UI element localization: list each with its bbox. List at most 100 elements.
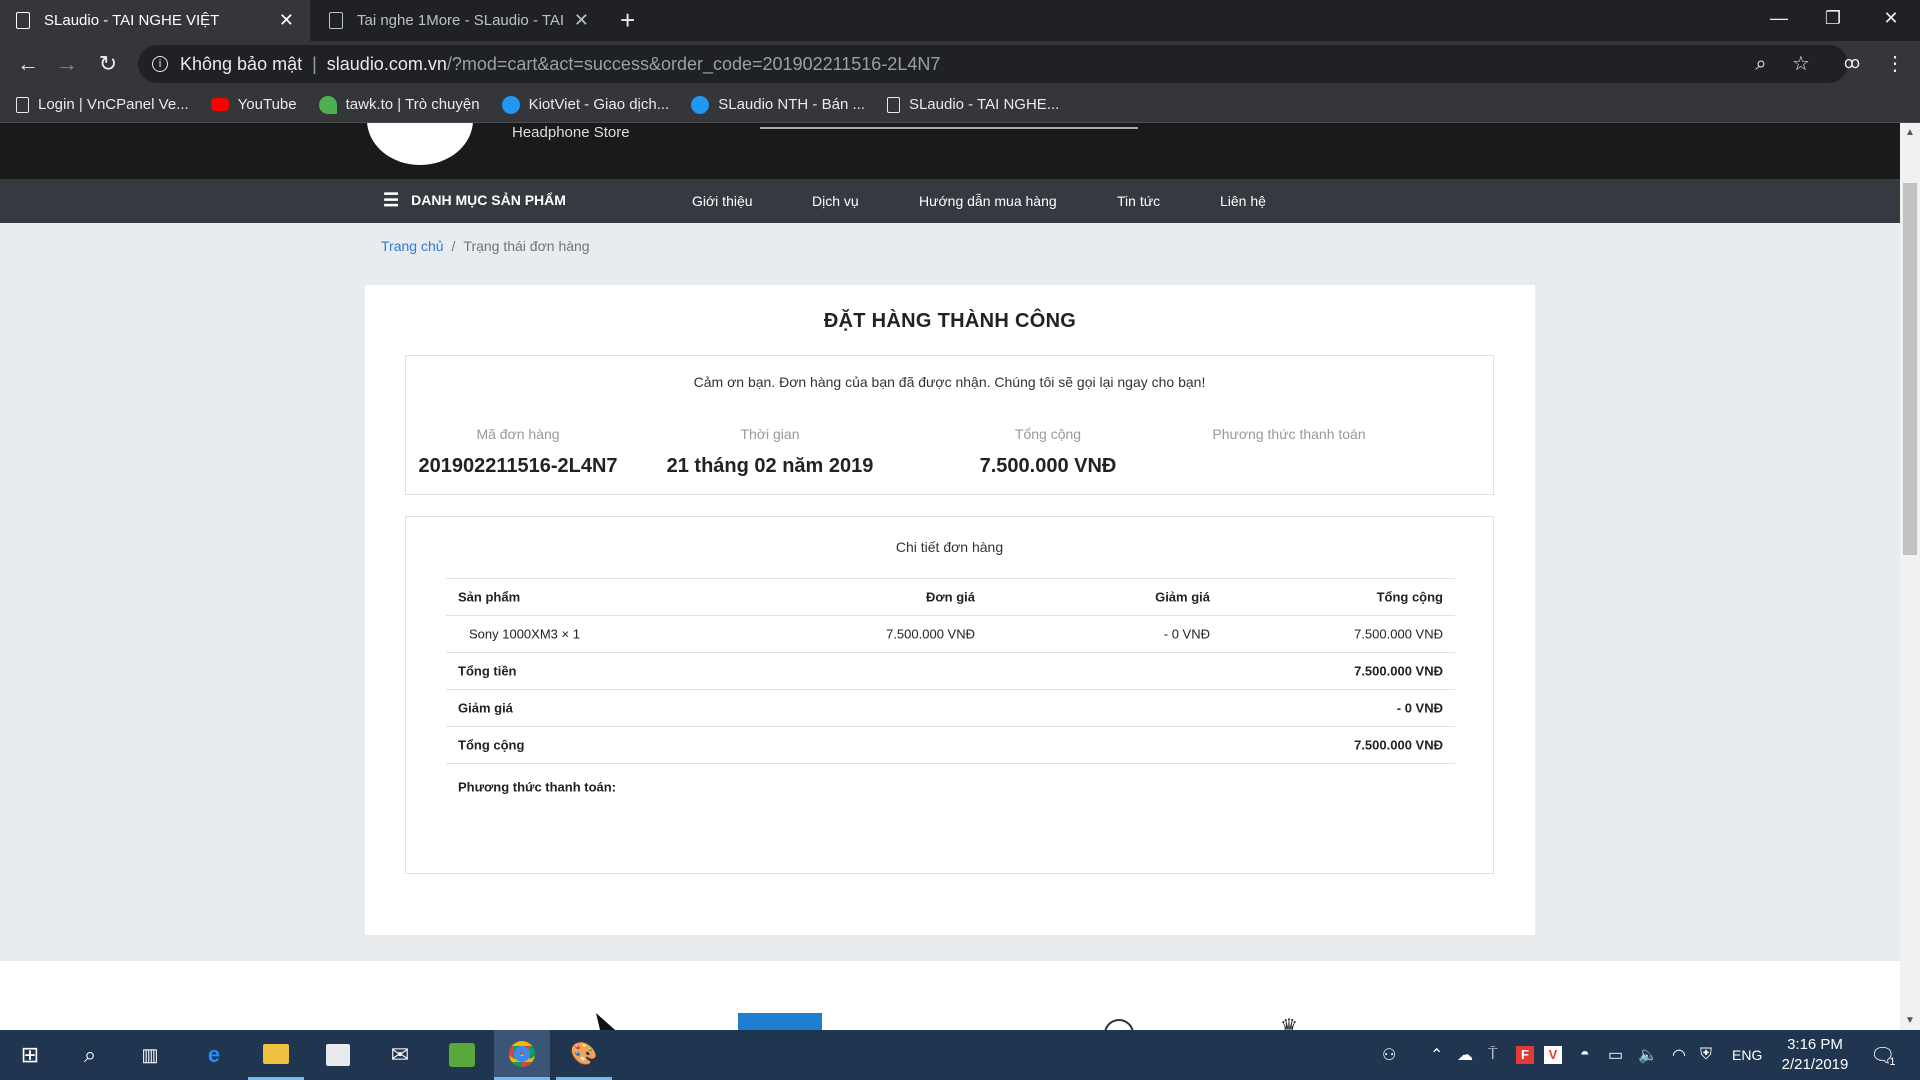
kiotviet-icon (691, 95, 710, 114)
youtube-icon (210, 98, 229, 111)
site-logo[interactable] (367, 123, 473, 165)
main-navbar: ☰ DANH MỤC SẢN PHẨM Giới thiệu Dịch vụ H… (0, 179, 1900, 223)
back-icon[interactable]: ← (13, 51, 43, 77)
minimize-icon[interactable]: — (1764, 8, 1794, 29)
summary-payment: Phương thức thanh toán (1149, 426, 1429, 455)
tab-label: SLaudio - TAI NGHE VIỆT (44, 12, 220, 29)
info-icon[interactable]: i (152, 56, 168, 72)
nav-link-tin-tuc[interactable]: Tin tức (1117, 193, 1160, 209)
reload-icon[interactable]: ↻ (93, 51, 123, 77)
page-title: ĐẶT HÀNG THÀNH CÔNG (823, 310, 1077, 332)
category-menu-button[interactable]: ☰ DANH MỤC SẢN PHẨM (383, 191, 566, 209)
foxit-icon[interactable]: F (1516, 1030, 1534, 1080)
bookmark-slaudio[interactable]: SLaudio - TAI NGHE... (886, 96, 1060, 113)
subtotal-row: Tổng tiền 7.500.000 VNĐ (446, 652, 1455, 689)
order-summary-box: Cảm ơn bạn. Đơn hàng của bạn đã được nhậ… (405, 355, 1494, 495)
tab-1more[interactable]: Tai nghe 1More - SLaudio - TAI N ✕ (313, 0, 605, 41)
browser-tabstrip: SLaudio - TAI NGHE VIỆT ✕ Tai nghe 1More… (0, 0, 1920, 41)
summary-value: 201902211516-2L4N7 (418, 455, 618, 477)
scroll-down-icon[interactable]: ▼ (1900, 1015, 1920, 1026)
subtotal-value: 7.500.000 VNĐ (1354, 663, 1443, 679)
windows-taskbar: ⊞ ⌕ ▥ e ✉ 🎨 ⚇ ⌃ ☁ ⍑ F V ◓ ▭ 🔈 ◠ ⛨ ENG 3:… (0, 1030, 1920, 1080)
paint-icon[interactable]: 🎨 (556, 1030, 612, 1080)
discount-value: - 0 VNĐ (1396, 700, 1443, 716)
bookmark-kiotviet[interactable]: KiotViet - Giao dịch... (501, 95, 669, 114)
nav-link-lien-he[interactable]: Liên hệ (1220, 193, 1266, 209)
gaming-icon[interactable]: ◓ (1580, 1030, 1590, 1080)
app-tray-icon[interactable]: ⍑ (1488, 1030, 1498, 1080)
page-viewport: Headphone Store ☰ DANH MỤC SẢN PHẨM Giới… (0, 123, 1900, 1030)
search-input[interactable] (760, 127, 1138, 129)
chrome-icon[interactable] (494, 1030, 550, 1080)
browser-toolbar: ← → ↻ i Không bảo mật | slaudio.com.vn /… (0, 41, 1920, 87)
edge-icon[interactable]: e (186, 1030, 242, 1080)
item-product: Sony 1000XM3 × 1 (469, 626, 580, 642)
clock[interactable]: 3:16 PM 2/21/2019 (1760, 1035, 1870, 1075)
scroll-thumb[interactable] (1903, 183, 1917, 555)
summary-value: 7.500.000 VNĐ (979, 455, 1117, 477)
tray-chevron-icon[interactable]: ⌃ (1430, 1030, 1443, 1080)
zoom-icon[interactable]: ⌕ (1746, 50, 1776, 78)
breadcrumb-separator: / (451, 238, 456, 254)
onedrive-icon[interactable]: ☁ (1457, 1030, 1473, 1080)
search-icon[interactable]: ⌕ (62, 1030, 118, 1080)
summary-time: Thời gian 21 tháng 02 năm 2019 (630, 426, 910, 478)
bookmark-label: Login | VnCPanel Ve... (38, 96, 189, 113)
bookmark-star-icon[interactable]: ☆ (1786, 50, 1816, 78)
extension-icon[interactable]: ꝏ (1837, 50, 1867, 78)
brand-logo[interactable] (738, 1013, 822, 1030)
bookmark-vncpanel[interactable]: Login | VnCPanel Ve... (16, 96, 189, 113)
close-icon[interactable]: ✕ (574, 10, 589, 31)
security-shield-icon[interactable]: ⛨ (1700, 1030, 1712, 1080)
order-card: ĐẶT HÀNG THÀNH CÔNG Cảm ơn bạn. Đơn hàng… (365, 285, 1535, 935)
brand-logos-strip: ♛ (0, 961, 1900, 1030)
new-tab-button[interactable]: + (620, 6, 635, 34)
bookmark-youtube[interactable]: YouTube (210, 96, 297, 113)
mail-icon[interactable]: ✉ (372, 1030, 428, 1080)
notification-count: 1 (1889, 1056, 1896, 1068)
thank-you-message: Cảm ơn bạn. Đơn hàng của bạn đã được nhậ… (693, 374, 1206, 390)
breadcrumb-home[interactable]: Trang chủ (381, 238, 444, 254)
window-close-icon[interactable]: ✕ (1876, 8, 1906, 29)
nav-link-dich-vu[interactable]: Dịch vụ (812, 193, 859, 209)
vivaldi-icon[interactable]: V (1544, 1030, 1562, 1080)
bookmark-tawk[interactable]: tawk.to | Trò chuyện (318, 95, 480, 114)
breadcrumb-current: Trạng thái đơn hàng (463, 238, 590, 254)
bookmark-label: tawk.to | Trò chuyện (345, 96, 480, 113)
close-icon[interactable]: ✕ (279, 10, 294, 31)
page-scrollbar[interactable]: ▲ ▼ (1900, 123, 1920, 1030)
menu-icon[interactable]: ⋮ (1880, 50, 1910, 78)
notification-icon[interactable]: 🗨 1 (1870, 1030, 1896, 1080)
people-icon[interactable]: ⚇ (1382, 1030, 1396, 1080)
task-view-icon[interactable]: ▥ (122, 1030, 178, 1080)
volume-icon[interactable]: 🔈 (1638, 1030, 1658, 1080)
order-detail-table: Sản phẩm Đơn giá Giảm giá Tổng cộng Sony… (446, 578, 1455, 809)
grand-total-row: Tổng cộng 7.500.000 VNĐ (446, 726, 1455, 763)
brand-logo[interactable]: ♛ (1280, 1015, 1300, 1030)
store-icon[interactable] (310, 1030, 366, 1080)
app-green-icon[interactable] (434, 1030, 490, 1080)
column-header-total: Tổng cộng (1376, 589, 1443, 605)
file-explorer-icon[interactable] (248, 1030, 304, 1080)
wifi-icon[interactable]: ◠ (1672, 1030, 1686, 1080)
address-bar[interactable]: i Không bảo mật | slaudio.com.vn /?mod=c… (138, 45, 1848, 83)
tab-label: Tai nghe 1More - SLaudio - TAI N (357, 12, 566, 29)
battery-icon[interactable]: ▭ (1608, 1030, 1623, 1080)
brand-logo[interactable] (1104, 1019, 1134, 1030)
scroll-up-icon[interactable]: ▲ (1900, 127, 1920, 138)
bookmark-label: SLaudio - TAI NGHE... (908, 96, 1060, 113)
bookmark-slaudio-nth[interactable]: SLaudio NTH - Bán ... (691, 95, 865, 114)
restore-icon[interactable]: ❐ (1818, 8, 1848, 29)
language-indicator[interactable]: ENG (1732, 1030, 1762, 1080)
nav-link-gioi-thieu[interactable]: Giới thiệu (692, 193, 753, 209)
column-header-discount: Giảm giá (1155, 589, 1210, 605)
nav-link-huong-dan[interactable]: Hướng dẫn mua hàng (919, 193, 1057, 209)
windows-start-icon[interactable]: ⊞ (2, 1030, 58, 1080)
brand-logo[interactable] (596, 1013, 618, 1030)
forward-icon[interactable]: → (52, 51, 82, 77)
tab-slaudio[interactable]: SLaudio - TAI NGHE VIỆT ✕ (0, 0, 310, 41)
bookmark-label: YouTube (237, 96, 297, 113)
breadcrumb: Trang chủ / Trạng thái đơn hàng (381, 238, 590, 254)
discount-label: Giảm giá (458, 700, 513, 716)
table-row: Sony 1000XM3 × 1 7.500.000 VNĐ - 0 VNĐ 7… (446, 615, 1455, 652)
